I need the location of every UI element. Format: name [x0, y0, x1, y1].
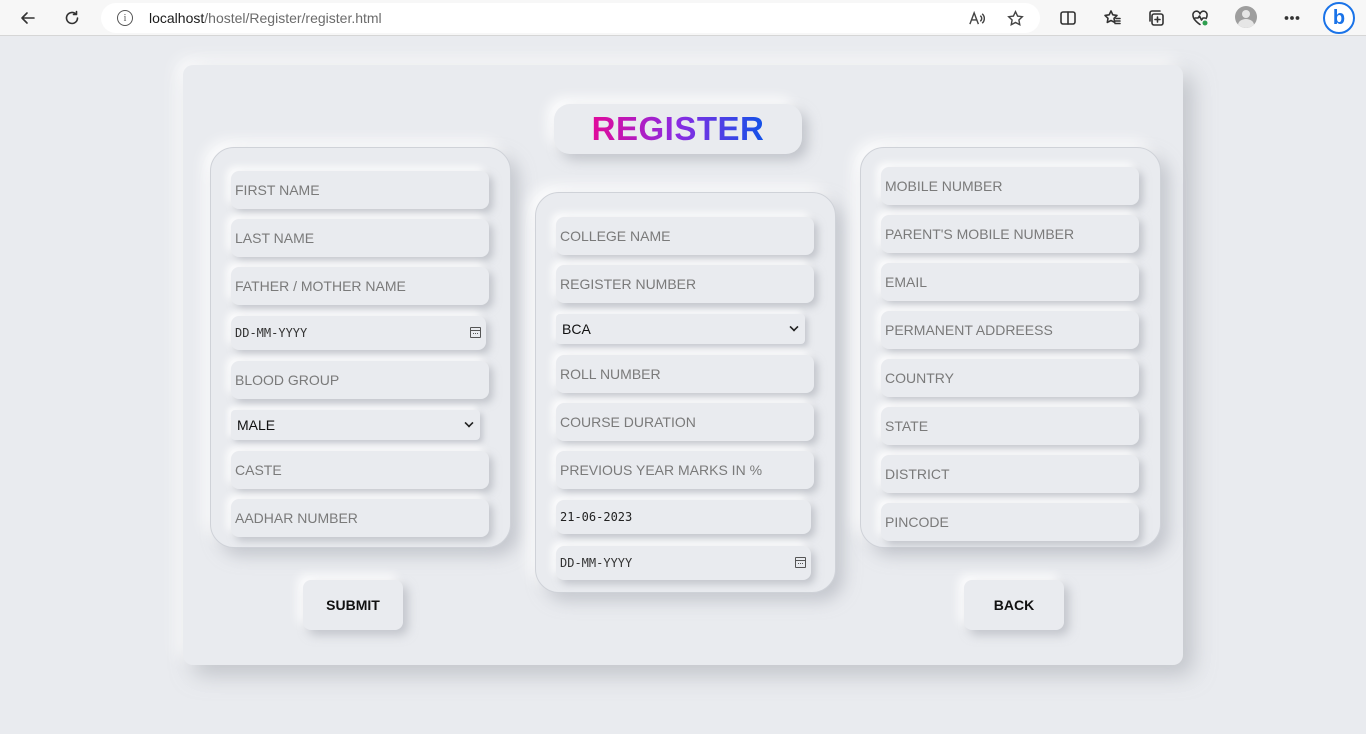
- gender-selected: MALE: [237, 417, 276, 433]
- title-box: REGISTER: [554, 104, 802, 154]
- address-url[interactable]: localhost/hostel/Register/register.html: [149, 10, 382, 26]
- course-selected: BCA: [562, 321, 591, 337]
- dob-date-text: DD-MM-YYYY: [235, 326, 308, 340]
- chevron-down-icon: [789, 322, 799, 332]
- aadhar-input[interactable]: AADHAR NUMBER: [231, 499, 489, 537]
- chevron-down-icon: [464, 418, 474, 428]
- gender-select[interactable]: MALE: [231, 410, 480, 440]
- site-info-icon[interactable]: i: [117, 10, 133, 26]
- previous-marks-input[interactable]: PREVIOUS YEAR MARKS IN %: [556, 451, 814, 489]
- back-button[interactable]: BACK: [964, 580, 1064, 630]
- college-name-input[interactable]: COLLEGE NAME: [556, 217, 814, 255]
- last-name-input[interactable]: LAST NAME: [231, 219, 489, 257]
- bing-copilot-icon[interactable]: b: [1323, 2, 1355, 34]
- address-input[interactable]: PERMANENT ADDREESS: [881, 311, 1139, 349]
- collections-icon[interactable]: [1141, 3, 1171, 33]
- join-date-text: 21-06-2023: [560, 510, 633, 524]
- join-date-input[interactable]: 21-06-2023: [556, 500, 811, 534]
- url-path: /hostel/Register/register.html: [204, 10, 382, 26]
- split-screen-icon[interactable]: [1053, 3, 1083, 33]
- parent-name-input[interactable]: FATHER / MOTHER NAME: [231, 267, 489, 305]
- page-title: REGISTER: [591, 110, 765, 147]
- end-date-text: DD-MM-YYYY: [560, 556, 633, 570]
- course-select[interactable]: BCA: [556, 314, 805, 344]
- register-number-input[interactable]: REGISTER NUMBER: [556, 265, 814, 303]
- read-aloud-icon[interactable]: [966, 8, 986, 28]
- blood-group-input[interactable]: BLOOD GROUP: [231, 361, 489, 399]
- roll-number-input[interactable]: ROLL NUMBER: [556, 355, 814, 393]
- end-date-input[interactable]: DD-MM-YYYY: [556, 546, 811, 580]
- pincode-input[interactable]: PINCODE: [881, 503, 1139, 541]
- email-input[interactable]: EMAIL: [881, 263, 1139, 301]
- mobile-number-input[interactable]: MOBILE NUMBER: [881, 167, 1139, 205]
- country-input[interactable]: COUNTRY: [881, 359, 1139, 397]
- submit-button[interactable]: SUBMIT: [303, 580, 403, 630]
- more-options-icon[interactable]: [1277, 3, 1307, 33]
- first-name-input[interactable]: FIRST NAME: [231, 171, 489, 209]
- caste-input[interactable]: CASTE: [231, 451, 489, 489]
- dob-date-input[interactable]: DD-MM-YYYY: [231, 316, 486, 350]
- calendar-icon[interactable]: [795, 557, 806, 568]
- url-host: localhost: [149, 10, 205, 26]
- state-input[interactable]: STATE: [881, 407, 1139, 445]
- parent-mobile-input[interactable]: PARENT'S MOBILE NUMBER: [881, 215, 1139, 253]
- course-duration-input[interactable]: COURSE DURATION: [556, 403, 814, 441]
- calendar-icon[interactable]: [470, 327, 481, 338]
- browser-essentials-icon[interactable]: [1185, 3, 1215, 33]
- refresh-icon[interactable]: [57, 3, 87, 33]
- favorite-star-icon[interactable]: [1005, 8, 1025, 28]
- profile-avatar[interactable]: [1235, 6, 1257, 28]
- favorites-icon[interactable]: [1097, 3, 1127, 33]
- address-bar[interactable]: i localhost/hostel/Register/register.htm…: [101, 3, 1040, 33]
- district-input[interactable]: DISTRICT: [881, 455, 1139, 493]
- back-arrow-icon[interactable]: [13, 3, 43, 33]
- browser-toolbar: i localhost/hostel/Register/register.htm…: [0, 0, 1366, 36]
